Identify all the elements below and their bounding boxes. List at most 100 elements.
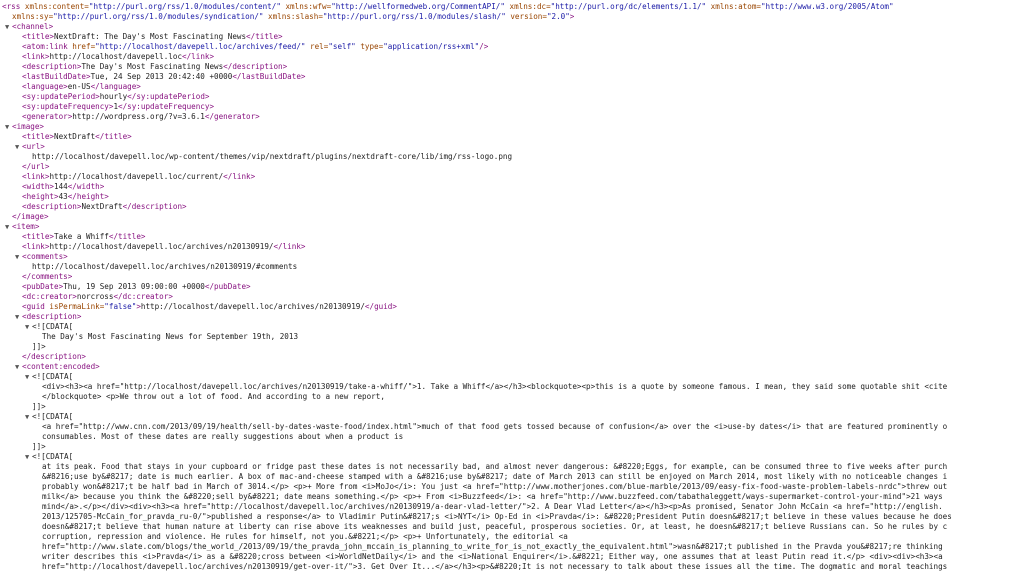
xml-tag: </sy:updatePeriod> bbox=[127, 92, 210, 101]
xml-attr-name: href= bbox=[67, 42, 96, 51]
xml-line: ▼ <![CDATA[ bbox=[25, 452, 73, 462]
collapse-toggle-icon[interactable]: ▼ bbox=[25, 322, 32, 332]
xml-tag: <title> bbox=[22, 132, 55, 141]
xml-tag: </title> bbox=[95, 132, 132, 141]
xml-tag: <generator> bbox=[22, 112, 73, 121]
xml-text: Thu, 19 Sep 2013 09:00:00 +0000 bbox=[63, 282, 205, 291]
xml-line: <title>Take a Whiff</title> bbox=[22, 232, 145, 242]
xml-tag: </width> bbox=[67, 182, 105, 191]
xml-line: </url> bbox=[22, 162, 49, 172]
xml-attr-value: "http://purl.org/dc/elements/1.1/" bbox=[550, 2, 707, 11]
xml-attr-value: "http://localhost/davepell.loc/archives/… bbox=[95, 42, 306, 51]
collapse-toggle-icon[interactable]: ▼ bbox=[15, 252, 22, 262]
xml-attr-value: "http://www.w3.org/2005/Atom" bbox=[760, 2, 894, 11]
collapse-toggle-icon[interactable]: ▼ bbox=[15, 362, 22, 372]
xml-line: </description> bbox=[22, 352, 86, 362]
xml-text: <![CDATA[ bbox=[32, 372, 74, 381]
xml-attr-name: rel= bbox=[305, 42, 329, 51]
xml-attr-value: "false" bbox=[104, 302, 137, 311]
xml-line: </blockquote> <p>We throw out a lot of f… bbox=[42, 392, 385, 402]
xml-tag: <sy:updateFrequency> bbox=[22, 102, 114, 111]
xml-line: <sy:updatePeriod>hourly</sy:updatePeriod… bbox=[22, 92, 209, 102]
xml-line: ▼ <content:encoded> bbox=[15, 362, 100, 372]
collapse-toggle-icon[interactable]: ▼ bbox=[25, 452, 32, 462]
xml-tag: </description> bbox=[122, 202, 187, 211]
xml-line: <link>http://localhost/davepell.loc/arch… bbox=[22, 242, 305, 252]
xml-line: ▼ <![CDATA[ bbox=[25, 412, 73, 422]
xml-tag: <guid bbox=[22, 302, 45, 311]
xml-attr-value: "application/rss+xml" bbox=[383, 42, 480, 51]
xml-tag: </description> bbox=[22, 352, 87, 361]
xml-line: <a href="http://www.cnn.com/2013/09/19/h… bbox=[42, 422, 947, 432]
xml-text: The Day's Most Fascinating News bbox=[81, 62, 224, 71]
xml-attr-value: "http://purl.org/rss/1.0/modules/syndica… bbox=[53, 12, 264, 21]
xml-line: xmlns:sy="http://purl.org/rss/1.0/module… bbox=[12, 12, 574, 22]
xml-line: 2013/125705-McCain_for_pravda_ru-0/">pub… bbox=[42, 512, 952, 522]
xml-tag: /> bbox=[479, 42, 489, 51]
xml-line: ]]> bbox=[32, 402, 46, 412]
xml-line: corruption, repression and violence. He … bbox=[42, 532, 568, 542]
xml-text: http://localhost/davepell.loc/archives/n… bbox=[140, 302, 365, 311]
xml-tag: <width> bbox=[22, 182, 55, 191]
xml-text: 144 bbox=[54, 182, 68, 191]
xml-attr-value: "http://purl.org/rss/1.0/modules/content… bbox=[88, 2, 281, 11]
collapse-toggle-icon[interactable]: ▼ bbox=[5, 122, 12, 132]
xml-text: <![CDATA[ bbox=[32, 412, 74, 421]
xml-tag: <language> bbox=[22, 82, 68, 91]
xml-text: 2013/125705-McCain_for_pravda_ru-0/">pub… bbox=[42, 512, 952, 521]
xml-attr-value: "2.0" bbox=[546, 12, 570, 21]
xml-line: writer describes this <i>Pravda</i> as a… bbox=[42, 552, 943, 562]
xml-attr-value: "http://purl.org/rss/1.0/modules/slash/" bbox=[322, 12, 506, 21]
xml-line: ▼ <item> bbox=[5, 222, 39, 232]
xml-text: hourly bbox=[99, 92, 128, 101]
xml-line: <atom:link href="http://localhost/davepe… bbox=[22, 42, 488, 52]
xml-tag: <pubDate> bbox=[22, 282, 64, 291]
xml-text: <a href="http://www.cnn.com/2013/09/19/h… bbox=[42, 422, 948, 431]
xml-tag: <atom:link bbox=[22, 42, 68, 51]
collapse-toggle-icon[interactable]: ▼ bbox=[5, 222, 12, 232]
xml-line: ▼ <channel> bbox=[5, 22, 53, 32]
xml-attr-name: xmlns:dc= bbox=[504, 2, 551, 11]
xml-attr-name: type= bbox=[355, 42, 384, 51]
xml-line: consumables. Most of these dates are rea… bbox=[42, 432, 403, 442]
xml-line: http://localhost/davepell.loc/archives/n… bbox=[32, 262, 297, 272]
xml-text: <div><h3><a href="http://localhost/davep… bbox=[42, 382, 948, 391]
xml-line: <description>The Day's Most Fascinating … bbox=[22, 62, 287, 72]
xml-tag: </pubDate> bbox=[204, 282, 251, 291]
collapse-toggle-icon[interactable]: ▼ bbox=[25, 372, 32, 382]
xml-tag: <dc:creator> bbox=[22, 292, 77, 301]
xml-text: href="http://localhost/davepell.loc/arch… bbox=[42, 562, 948, 571]
collapse-toggle-icon[interactable]: ▼ bbox=[15, 312, 22, 322]
xml-line: href="http://www.slate.com/blogs/the_wor… bbox=[42, 542, 943, 552]
xml-text: NextDraft bbox=[54, 132, 96, 141]
xml-line: <div><h3><a href="http://localhost/davep… bbox=[42, 382, 947, 392]
xml-tag: <sy:updatePeriod> bbox=[22, 92, 100, 101]
xml-line: <title>NextDraft</title> bbox=[22, 132, 132, 142]
xml-tag: </guid> bbox=[364, 302, 397, 311]
collapse-toggle-icon[interactable]: ▼ bbox=[5, 22, 12, 32]
xml-line: doesn&#8217;t believe that human nature … bbox=[42, 522, 947, 532]
xml-text: Take a Whiff bbox=[54, 232, 109, 241]
xml-tree-viewer: ▼<rss xmlns:content="http://purl.org/rss… bbox=[0, 0, 1024, 571]
xml-text: consumables. Most of these dates are rea… bbox=[42, 432, 404, 441]
collapse-toggle-icon[interactable]: ▼ bbox=[25, 412, 32, 422]
xml-line: <link>http://localhost/davepell.loc/curr… bbox=[22, 172, 255, 182]
xml-line: <generator>http://wordpress.org/?v=3.6.1… bbox=[22, 112, 260, 122]
xml-tag: </lastBuildDate> bbox=[232, 72, 306, 81]
xml-text: corruption, repression and violence. He … bbox=[42, 532, 568, 541]
collapse-toggle-icon[interactable]: ▼ bbox=[15, 142, 22, 152]
xml-line: milk</a> because you think the &#8220;se… bbox=[42, 492, 943, 502]
xml-text: The Day's Most Fascinating News for Sept… bbox=[42, 332, 299, 341]
xml-text: ]]> bbox=[32, 342, 46, 351]
xml-line: ▼ <comments> bbox=[15, 252, 68, 262]
xml-tag: <url> bbox=[22, 142, 45, 151]
xml-tag: <lastBuildDate> bbox=[22, 72, 91, 81]
xml-tag: <description> bbox=[22, 202, 82, 211]
xml-tag: <title> bbox=[22, 32, 55, 41]
xml-line: <width>144</width> bbox=[22, 182, 104, 192]
xml-text: milk</a> because you think the &#8220;se… bbox=[42, 492, 943, 501]
xml-text: ]]> bbox=[32, 402, 46, 411]
xml-text: http://localhost/davepell.loc/archives/n… bbox=[32, 262, 298, 271]
xml-attr-name: xmlns:sy= bbox=[12, 12, 54, 21]
xml-tag: <description> bbox=[22, 62, 82, 71]
